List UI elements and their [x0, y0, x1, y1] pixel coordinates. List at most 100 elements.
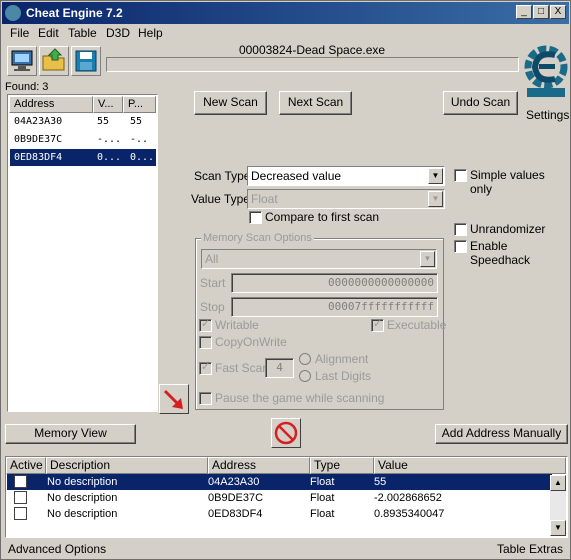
start-address-input[interactable]: 0000000000000000 [231, 273, 438, 293]
table-column-value[interactable]: Value [374, 457, 566, 474]
table-scrollbar[interactable]: ▲ ▼ [550, 475, 566, 536]
save-file-button[interactable] [71, 46, 101, 76]
menu-d3d[interactable]: D3D [106, 26, 130, 40]
result-row[interactable]: 04A23A30 55 55 [10, 113, 156, 130]
compare-first-checkbox[interactable] [249, 211, 262, 224]
undo-scan-button[interactable]: Undo Scan [443, 91, 518, 115]
writable-checkbox[interactable] [199, 317, 212, 332]
results-column-value[interactable]: V... [93, 96, 123, 113]
speedhack-checkbox[interactable] [454, 240, 467, 253]
table-column-description[interactable]: Description [46, 457, 208, 474]
active-checkbox[interactable] [14, 475, 27, 488]
maximize-button[interactable]: □ [533, 5, 549, 19]
minimize-button[interactable]: _ [516, 5, 532, 19]
open-file-button[interactable] [39, 46, 69, 76]
clear-list-button[interactable] [271, 418, 301, 448]
row-value: 0.8935340047 [374, 508, 445, 520]
scan-progress-bar [106, 57, 519, 72]
unrandomizer-checkbox[interactable] [454, 223, 467, 236]
active-checkbox[interactable] [14, 507, 27, 520]
result-previous: 0... [130, 152, 155, 163]
scan-type-value: Decreased value [251, 169, 342, 183]
cheat-engine-logo-icon [524, 45, 568, 97]
floppy-disk-icon [75, 50, 97, 72]
result-address: 0ED83DF4 [14, 152, 63, 163]
chevron-down-icon[interactable]: ▼ [428, 168, 443, 184]
table-row-selected[interactable]: No description 04A23A30 Float 55 [7, 474, 552, 490]
active-checkbox[interactable] [14, 491, 27, 504]
unrandomizer-label: Unrandomizer [470, 222, 546, 236]
memory-region-select[interactable]: All ▼ [201, 249, 437, 269]
start-label: Start [200, 276, 226, 290]
menu-bar: File Edit Table D3D Help [2, 24, 569, 42]
menu-edit[interactable]: Edit [38, 26, 59, 40]
result-previous: 55 [130, 116, 143, 127]
writable-label: Writable [215, 318, 259, 332]
table-row[interactable]: No description 0B9DE37C Float -2.0028686… [7, 490, 552, 506]
menu-file[interactable]: File [10, 26, 29, 40]
row-address: 04A23A30 [208, 476, 260, 488]
results-column-previous[interactable]: P... [123, 96, 156, 113]
scan-type-select[interactable]: Decreased value ▼ [247, 166, 445, 186]
table-column-address[interactable]: Address [208, 457, 310, 474]
arrow-down-right-icon [163, 389, 183, 409]
scan-results-list[interactable]: Address V... P... 04A23A30 55 55 0B9DE37… [7, 94, 158, 412]
add-address-manually-button[interactable]: Add Address Manually [435, 424, 568, 444]
value-type-select[interactable]: Float ▼ [247, 189, 445, 209]
executable-checkbox[interactable] [371, 317, 384, 332]
result-row[interactable]: 0B9DE37C -... -.. [10, 131, 156, 148]
select-process-button[interactable] [7, 46, 37, 76]
row-description: No description [47, 476, 118, 488]
alignment-radio[interactable] [299, 353, 311, 365]
row-address: 0ED83DF4 [208, 508, 263, 520]
stop-label: Stop [200, 300, 225, 314]
row-description: No description [47, 508, 118, 520]
next-scan-button[interactable]: Next Scan [279, 91, 352, 115]
close-button[interactable]: X [550, 5, 566, 19]
chevron-down-icon[interactable]: ▼ [428, 191, 443, 207]
result-value: -... [97, 134, 122, 145]
simple-values-label: Simple values only [470, 168, 545, 196]
fast-scan-input[interactable]: 4 [265, 358, 294, 378]
cheat-engine-logo[interactable] [523, 41, 569, 105]
advanced-options-link[interactable]: Advanced Options [8, 542, 106, 556]
address-table[interactable]: Active Description Address Type Value No… [5, 456, 568, 538]
result-value: 55 [97, 116, 110, 127]
scroll-up-icon[interactable]: ▲ [550, 475, 566, 491]
settings-link[interactable]: Settings [526, 108, 569, 122]
copy-on-write-checkbox[interactable] [199, 336, 212, 349]
memory-scan-options-title: Memory Scan Options [201, 232, 314, 244]
window-title: Cheat Engine 7.2 [26, 6, 123, 20]
new-scan-button[interactable]: New Scan [194, 91, 267, 115]
results-column-address[interactable]: Address [9, 96, 93, 113]
memory-view-button[interactable]: Memory View [5, 424, 136, 444]
cheat-engine-window: Cheat Engine 7.2 _ □ X File Edit Table D… [0, 0, 571, 560]
result-row-selected[interactable]: 0ED83DF4 0... 0... [10, 149, 156, 166]
last-digits-label: Last Digits [315, 369, 372, 383]
title-bar[interactable]: Cheat Engine 7.2 _ □ X [2, 2, 569, 24]
last-digits-radio[interactable] [299, 370, 311, 382]
scan-type-label: Scan Type [194, 169, 251, 183]
add-to-list-button[interactable] [159, 384, 189, 414]
result-previous: -.. [130, 134, 149, 145]
menu-help[interactable]: Help [138, 26, 163, 40]
table-column-type[interactable]: Type [310, 457, 374, 474]
stop-address-input[interactable]: 00007fffffffffff [231, 297, 438, 317]
table-row[interactable]: No description 0ED83DF4 Float 0.89353400… [7, 506, 552, 522]
table-column-active[interactable]: Active [6, 457, 46, 474]
cheat-engine-app-icon [5, 5, 21, 21]
computer-icon [11, 50, 33, 71]
chevron-down-icon[interactable]: ▼ [420, 251, 435, 267]
table-extras-link[interactable]: Table Extras [497, 542, 563, 556]
value-type-value: Float [251, 192, 278, 206]
row-type: Float [310, 508, 335, 520]
status-bar: Advanced Options Table Extras [2, 540, 569, 558]
speedhack-label: Enable Speedhack [470, 239, 531, 267]
simple-values-checkbox[interactable] [454, 169, 467, 182]
no-entry-icon [274, 421, 298, 445]
fast-scan-checkbox[interactable] [199, 360, 212, 375]
menu-table[interactable]: Table [68, 26, 97, 40]
scroll-down-icon[interactable]: ▼ [550, 520, 566, 536]
memory-region-value: All [205, 252, 219, 266]
pause-game-checkbox[interactable] [199, 392, 212, 405]
